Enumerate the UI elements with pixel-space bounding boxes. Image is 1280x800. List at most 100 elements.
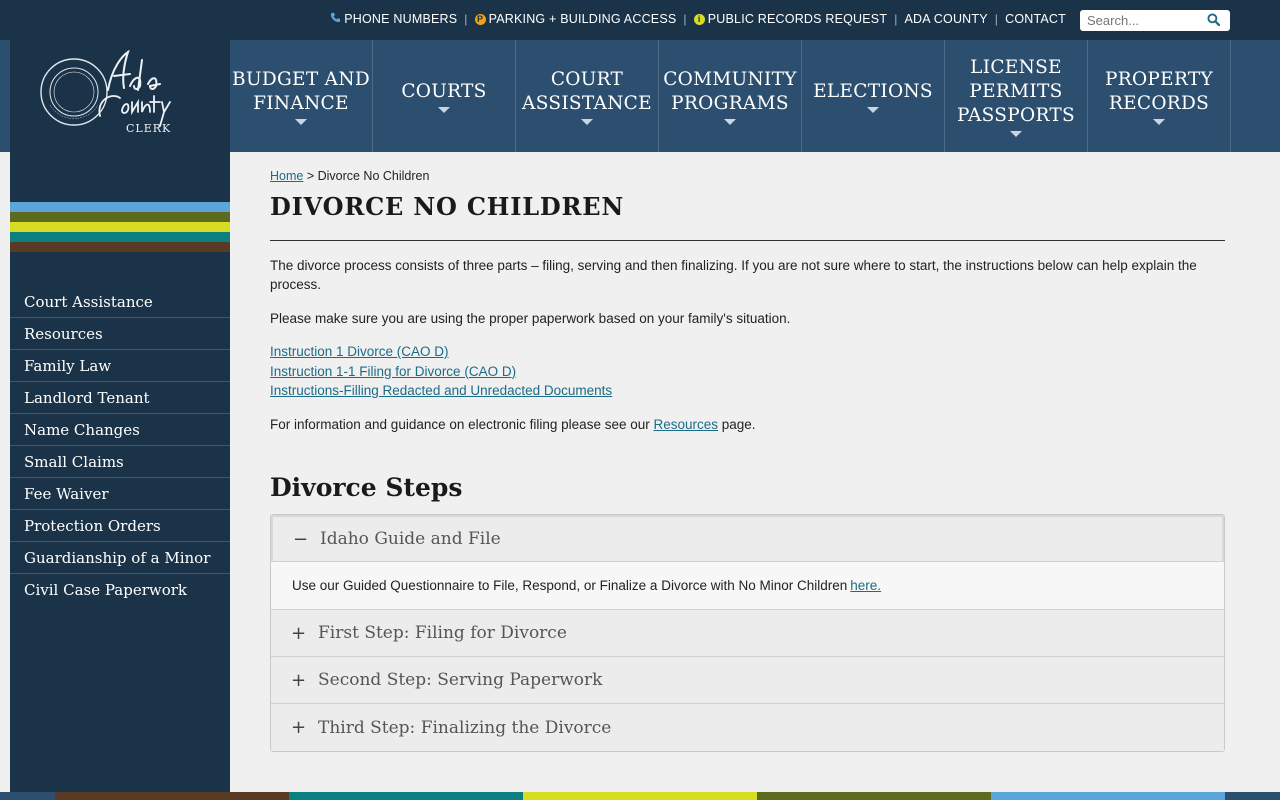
ada-county-link[interactable]: ADA COUNTY xyxy=(905,12,988,26)
footer-stripe-yellow xyxy=(523,792,757,800)
stripe-yellow xyxy=(10,222,230,232)
parking-icon: P xyxy=(474,13,486,25)
accordion-header-second-step[interactable]: + Second Step: Serving Paperwork xyxy=(271,657,1224,704)
divorce-steps-heading: Divorce Steps xyxy=(270,473,463,502)
footer-stripe-olive xyxy=(757,792,991,800)
caret-down-icon xyxy=(438,106,450,113)
utility-separator: | xyxy=(683,12,687,26)
footer-stripe-teal xyxy=(289,792,523,800)
search-button[interactable] xyxy=(1202,10,1224,31)
accordion-header-first-step[interactable]: + First Step: Filing for Divorce xyxy=(271,610,1224,657)
sidebar-item-small-claims[interactable]: Small Claims xyxy=(10,446,230,478)
instruction-1-1-link[interactable]: Instruction 1-1 Filing for Divorce (CAO … xyxy=(270,362,612,382)
stripe-teal xyxy=(10,232,230,242)
sidebar-item-protection-orders[interactable]: Protection Orders xyxy=(10,510,230,542)
utility-bar: PHONE NUMBERS | P PARKING + BUILDING ACC… xyxy=(0,0,1280,40)
caret-down-icon xyxy=(724,118,736,125)
phone-numbers-link[interactable]: PHONE NUMBERS xyxy=(330,12,457,26)
instruction-links: Instruction 1 Divorce (CAO D) Instructio… xyxy=(270,342,612,401)
sidebar-item-court-assistance[interactable]: Court Assistance xyxy=(10,286,230,318)
footer-stripe-light-blue xyxy=(991,792,1225,800)
plus-icon: + xyxy=(291,669,307,691)
accordion-header-idaho-guide[interactable]: − Idaho Guide and File xyxy=(271,515,1224,562)
accordion-title: Third Step: Finalizing the Divorce xyxy=(318,717,612,738)
stripe-olive xyxy=(10,212,230,222)
sidebar-item-landlord-tenant[interactable]: Landlord Tenant xyxy=(10,382,230,414)
utility-separator: | xyxy=(894,12,898,26)
parking-link[interactable]: P PARKING + BUILDING ACCESS xyxy=(474,12,677,26)
minus-icon: − xyxy=(293,528,309,550)
contact-link[interactable]: CONTACT xyxy=(1005,12,1066,26)
logo-clerk-text: CLERK xyxy=(126,122,171,135)
main-nav: BUDGET AND FINANCE COURTS COURT ASSISTAN… xyxy=(230,40,1231,152)
accordion-title: Second Step: Serving Paperwork xyxy=(318,670,603,690)
nav-elections[interactable]: ELECTIONS xyxy=(802,40,945,152)
efile-paragraph: For information and guidance on electron… xyxy=(270,415,1225,434)
efile-text-after: page. xyxy=(718,417,756,432)
paperwork-note: Please make sure you are using the prope… xyxy=(270,311,791,326)
plus-icon: + xyxy=(291,622,307,644)
breadcrumb-separator: > xyxy=(303,169,318,183)
public-records-label: PUBLIC RECORDS REQUEST xyxy=(707,12,888,26)
accordion-title: Idaho Guide and File xyxy=(320,529,501,549)
sidebar-nav: Court Assistance Resources Family Law La… xyxy=(10,286,230,606)
nav-court-assistance[interactable]: COURT ASSISTANCE xyxy=(516,40,659,152)
footer-stripe-navy-end xyxy=(1225,792,1280,800)
intro-paragraph: The divorce process consists of three pa… xyxy=(270,258,1197,292)
nav-community-programs[interactable]: COMMUNITY PROGRAMS xyxy=(659,40,802,152)
info-icon: i xyxy=(693,13,705,25)
footer-color-stripe xyxy=(0,792,1280,800)
sidebar-item-guardianship-minor[interactable]: Guardianship of a Minor xyxy=(10,542,230,574)
sidebar-item-name-changes[interactable]: Name Changes xyxy=(10,414,230,446)
nav-label: BUDGET AND FINANCE xyxy=(232,68,370,114)
resources-link[interactable]: Resources xyxy=(653,417,718,432)
nav-label: COURT ASSISTANCE xyxy=(522,68,652,114)
nav-label: ELECTIONS xyxy=(813,80,933,102)
accordion-title: First Step: Filing for Divorce xyxy=(318,623,567,643)
caret-down-icon xyxy=(1010,130,1022,137)
efile-text-before: For information and guidance on electron… xyxy=(270,417,654,432)
search-box xyxy=(1080,10,1230,31)
ada-county-clerk-logo: CLERK xyxy=(38,49,203,140)
footer-stripe-navy xyxy=(0,792,55,800)
caret-down-icon xyxy=(1153,118,1165,125)
nav-license-permits-passports[interactable]: LICENSE PERMITS PASSPORTS xyxy=(945,40,1088,152)
divorce-steps-accordion: − Idaho Guide and File Use our Guided Qu… xyxy=(270,514,1225,752)
breadcrumb: Home > Divorce No Children xyxy=(270,169,429,183)
utility-separator: | xyxy=(464,12,468,26)
title-divider xyxy=(270,240,1225,241)
page-title: DIVORCE NO CHILDREN xyxy=(270,192,625,221)
sidebar-item-civil-case-paperwork[interactable]: Civil Case Paperwork xyxy=(10,574,230,606)
guided-questionnaire-link[interactable]: here. xyxy=(850,578,881,593)
utility-links: PHONE NUMBERS | P PARKING + BUILDING ACC… xyxy=(330,12,1066,26)
sidebar-item-fee-waiver[interactable]: Fee Waiver xyxy=(10,478,230,510)
nav-property-records[interactable]: PROPERTY RECORDS xyxy=(1088,40,1231,152)
sidebar-item-resources[interactable]: Resources xyxy=(10,318,230,350)
phone-icon xyxy=(330,12,341,26)
sidebar-item-family-law[interactable]: Family Law xyxy=(10,350,230,382)
sidebar: Court Assistance Resources Family Law La… xyxy=(10,152,230,800)
breadcrumb-current: Divorce No Children xyxy=(317,169,430,183)
accordion-panel-idaho-guide: Use our Guided Questionnaire to File, Re… xyxy=(271,562,1224,610)
color-stripes xyxy=(10,202,230,252)
breadcrumb-home-link[interactable]: Home xyxy=(270,169,303,183)
nav-label: COURTS xyxy=(401,80,487,102)
caret-down-icon xyxy=(581,118,593,125)
search-icon xyxy=(1206,11,1220,30)
public-records-link[interactable]: i PUBLIC RECORDS REQUEST xyxy=(693,12,888,26)
parking-label: PARKING + BUILDING ACCESS xyxy=(488,12,677,26)
utility-separator: | xyxy=(994,12,999,26)
redacted-documents-link[interactable]: Instructions-Filling Redacted and Unreda… xyxy=(270,381,612,401)
nav-courts[interactable]: COURTS xyxy=(373,40,516,152)
instruction-1-link[interactable]: Instruction 1 Divorce (CAO D) xyxy=(270,342,612,362)
footer-stripe-brown xyxy=(55,792,289,800)
stripe-light-blue xyxy=(10,202,230,212)
search-input[interactable] xyxy=(1080,11,1202,30)
logo-link[interactable]: CLERK xyxy=(10,40,230,152)
phone-numbers-label: PHONE NUMBERS xyxy=(344,12,458,26)
accordion-header-third-step[interactable]: + Third Step: Finalizing the Divorce xyxy=(271,704,1224,751)
stripe-brown xyxy=(10,242,230,252)
nav-label: LICENSE PERMITS PASSPORTS xyxy=(956,56,1076,126)
caret-down-icon xyxy=(867,106,879,113)
nav-budget-finance[interactable]: BUDGET AND FINANCE xyxy=(230,40,373,152)
